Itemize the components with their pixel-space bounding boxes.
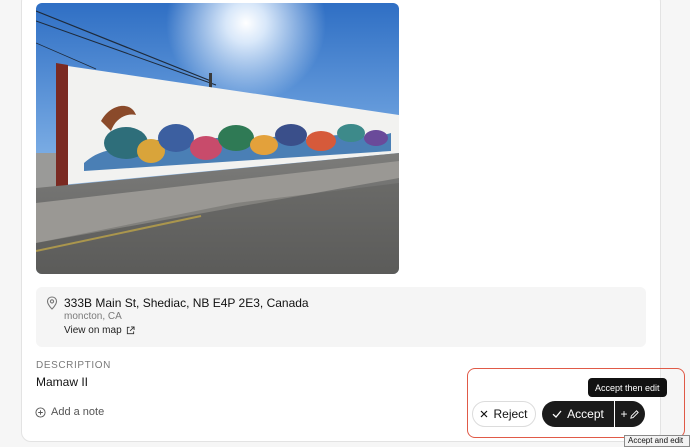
plus-circle-icon xyxy=(35,406,46,418)
mural-photo xyxy=(36,3,399,274)
description-label: DESCRIPTION xyxy=(36,360,111,371)
address-area: moncton, CA xyxy=(64,311,122,322)
accept-and-edit-button[interactable]: + xyxy=(615,401,645,427)
close-icon xyxy=(481,410,488,418)
add-note-button[interactable]: Add a note xyxy=(35,406,104,418)
view-on-map-link[interactable]: View on map xyxy=(64,325,135,336)
pencil-icon xyxy=(629,409,639,419)
add-note-label: Add a note xyxy=(51,406,105,418)
accept-label: Accept xyxy=(567,407,604,421)
accept-button[interactable]: Accept xyxy=(542,401,614,427)
accept-then-edit-tooltip: Accept then edit xyxy=(588,378,667,397)
reject-button[interactable]: Reject xyxy=(472,401,536,427)
address-line: 333B Main St, Shediac, NB E4P 2E3, Canad… xyxy=(64,296,309,310)
plus-glyph: + xyxy=(620,407,628,421)
view-on-map-label: View on map xyxy=(64,325,122,336)
reject-label: Reject xyxy=(493,407,528,421)
check-icon xyxy=(552,410,562,418)
location-pin-icon xyxy=(46,296,58,310)
external-link-icon xyxy=(126,326,135,335)
description-value: Mamaw II xyxy=(36,375,89,389)
native-tooltip: Accept and edit xyxy=(624,435,690,447)
location-box: 333B Main St, Shediac, NB E4P 2E3, Canad… xyxy=(36,287,646,347)
